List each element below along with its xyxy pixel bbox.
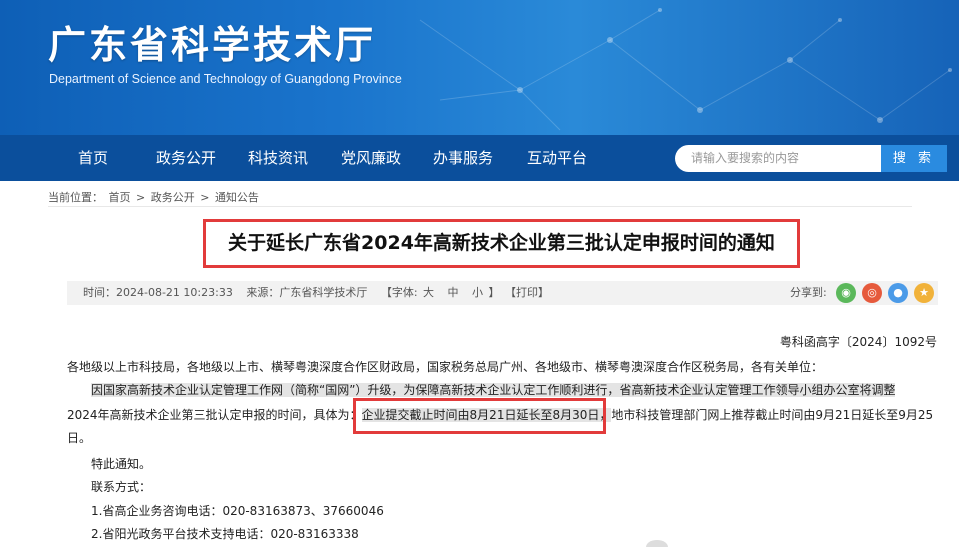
scroll-indicator <box>646 540 668 547</box>
font-size-close: 】 <box>488 286 500 299</box>
font-small-button[interactable]: 小 <box>472 286 483 299</box>
paragraph-text: 因国家高新技术企业认定管理工作网（简称“国网”）升级，为保障高新技术企业认定工作… <box>91 383 896 397</box>
site-subtitle: Department of Science and Technology of … <box>49 72 402 86</box>
breadcrumb-gov-affairs[interactable]: 政务公开 <box>151 191 195 204</box>
contact-label: 联系方式： <box>91 480 152 494</box>
document-number: 粤科函高字〔2024〕1092号 <box>779 335 937 349</box>
nav-item-party-integrity[interactable]: 党风廉政 <box>341 135 401 181</box>
contact-line-2: 2.省阳光政务平台技术支持电话：020-83163338 <box>91 527 359 541</box>
nav-item-tech-news[interactable]: 科技资讯 <box>248 135 308 181</box>
breadcrumb: 当前位置： 首页 > 政务公开 > 通知公告 <box>48 189 261 205</box>
breadcrumb-home[interactable]: 首页 <box>109 191 131 204</box>
nav-item-gov-affairs[interactable]: 政务公开 <box>156 135 216 181</box>
nav-item-interaction[interactable]: 互动平台 <box>527 135 587 181</box>
nav-item-home[interactable]: 首页 <box>78 135 108 181</box>
paragraph-text: 2024年高新技术企业第三批认定申报的时间，具体为： <box>67 408 362 422</box>
search-button[interactable]: 搜 索 <box>881 145 947 172</box>
font-size-label: 【字体: <box>380 286 418 299</box>
article-meta-bar: 时间：2024-08-21 10:23:33 来源：广东省科学技术厅 【字体: … <box>67 281 938 305</box>
header-banner: 广东省科学技术厅 Department of Science and Techn… <box>0 0 959 135</box>
nav-item-services[interactable]: 办事服务 <box>433 135 493 181</box>
breadcrumb-notices[interactable]: 通知公告 <box>215 191 259 204</box>
wechat-icon[interactable]: ◉ <box>836 283 856 303</box>
search-input[interactable]: 请输入要搜索的内容 <box>675 145 881 172</box>
qq-icon[interactable]: ● <box>888 283 908 303</box>
notice-text: 特此通知。 <box>91 457 152 471</box>
breadcrumb-separator: > <box>136 191 146 204</box>
font-large-button[interactable]: 大 <box>423 286 434 299</box>
breadcrumb-divider <box>48 206 912 207</box>
paragraph-text: 地市科技管理部门网上推荐截止时间由9月21日延长至9月25 <box>611 408 934 422</box>
site-title: 广东省科学技术厅 <box>48 23 377 67</box>
breadcrumb-separator: > <box>200 191 210 204</box>
publish-time: 时间：2024-08-21 10:23:33 <box>83 286 233 299</box>
weibo-icon[interactable]: ◎ <box>862 283 882 303</box>
print-button[interactable]: 【打印】 <box>505 286 549 299</box>
paragraph-end: 日。 <box>67 431 92 445</box>
font-medium-button[interactable]: 中 <box>448 286 459 299</box>
article-source: 来源：广东省科学技术厅 <box>246 286 368 299</box>
addressee-text: 各地级以上市科技局，各地级以上市、横琴粤澳深度合作区财政局，国家税务总局广州、各… <box>67 360 824 374</box>
breadcrumb-label: 当前位置： <box>48 191 103 204</box>
contact-line-1: 1.省高企业务咨询电话：020-83163873、37660046 <box>91 504 384 518</box>
qzone-icon[interactable]: ★ <box>914 283 934 303</box>
deadline-highlight-box <box>353 398 606 434</box>
share-label: 分享到: <box>790 286 827 299</box>
article-title: 关于延长广东省2024年高新技术企业第三批认定申报时间的通知 <box>228 232 775 254</box>
